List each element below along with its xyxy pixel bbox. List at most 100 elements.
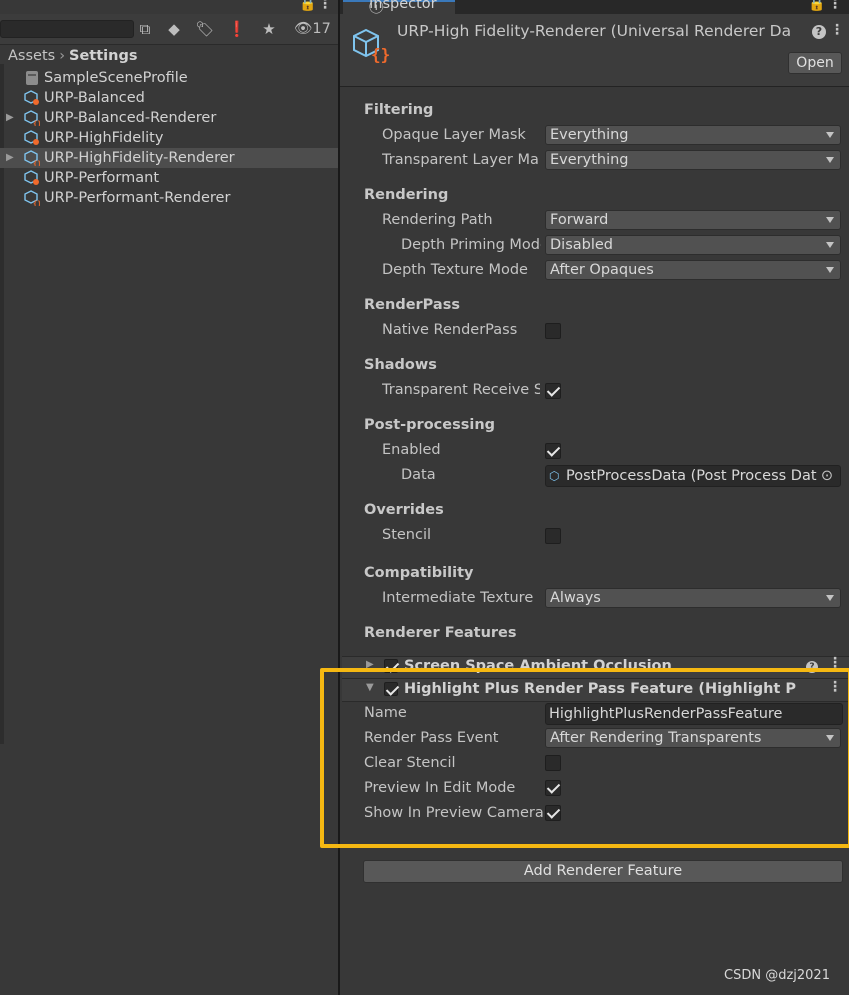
filter-by-label-icon[interactable]: 🏷 bbox=[194, 18, 216, 40]
list-item[interactable]: ▶ {} URP-HighFidelity-Renderer bbox=[0, 148, 338, 168]
section-renderer-features: Renderer Features bbox=[364, 625, 517, 641]
rendering-path-dropdown[interactable]: Forward bbox=[545, 210, 841, 230]
native-renderpass-label: Native RenderPass bbox=[382, 322, 518, 338]
stencil-checkbox[interactable] bbox=[545, 528, 561, 544]
project-file-list: SampleSceneProfile URP-Balanced ▶ {} URP-Bal… bbox=[0, 68, 338, 208]
renderer-data-icon: {} bbox=[24, 150, 40, 166]
search-by-type-icon[interactable]: ⧉ bbox=[134, 18, 156, 40]
expand-arrow-icon[interactable]: ▶ bbox=[6, 148, 14, 168]
list-item-label: SampleSceneProfile bbox=[44, 70, 188, 86]
depth-texture-mode-label: Depth Texture Mode bbox=[382, 262, 528, 278]
hidden-packages-toggle[interactable]: 👁17 bbox=[294, 20, 331, 37]
project-menu-icon[interactable]: ⋮ bbox=[318, 0, 332, 12]
svg-text:{}: {} bbox=[33, 160, 40, 166]
intermediate-texture-label: Intermediate Texture bbox=[382, 590, 534, 606]
rendering-path-label: Rendering Path bbox=[382, 212, 493, 228]
object-picker-icon[interactable]: ⊙ bbox=[818, 466, 836, 486]
section-compatibility: Compatibility bbox=[364, 565, 474, 581]
native-renderpass-checkbox[interactable] bbox=[545, 323, 561, 339]
list-item[interactable]: URP-Performant bbox=[0, 168, 338, 188]
volume-profile-icon bbox=[26, 71, 38, 85]
section-overrides: Overrides bbox=[364, 502, 444, 518]
opaque-layer-mask-value: Everything bbox=[550, 127, 629, 143]
warnings-icon[interactable]: ❗ bbox=[226, 18, 248, 40]
list-item-label: URP-Performant bbox=[44, 170, 160, 186]
rendering-path-value: Forward bbox=[550, 212, 609, 228]
transparent-layer-mask-value: Everything bbox=[550, 152, 629, 168]
hidden-count: 17 bbox=[312, 21, 331, 37]
svg-text:{}: {} bbox=[33, 200, 40, 206]
svg-text:{}: {} bbox=[33, 120, 40, 126]
project-search-input[interactable] bbox=[0, 20, 134, 38]
breadcrumb: Assets › Settings bbox=[8, 46, 137, 66]
depth-texture-mode-dropdown[interactable]: After Opaques bbox=[545, 260, 841, 280]
list-item-label: URP-Balanced-Renderer bbox=[44, 110, 217, 126]
list-item[interactable]: {} URP-Performant-Renderer bbox=[0, 188, 338, 208]
tab-inspector-label: Inspector bbox=[369, 0, 437, 12]
transparent-layer-mask-dropdown[interactable]: Everything bbox=[545, 150, 841, 170]
asset-icon: ⬡ bbox=[549, 469, 560, 483]
list-item-label: URP-Balanced bbox=[44, 90, 145, 106]
depth-priming-mode-label: Depth Priming Mode bbox=[401, 237, 541, 253]
chevron-right-icon: › bbox=[59, 48, 66, 64]
lock-icon[interactable]: 🔒 bbox=[299, 0, 316, 12]
section-shadows: Shadows bbox=[364, 357, 437, 373]
depth-texture-mode-value: After Opaques bbox=[550, 262, 654, 278]
open-button[interactable]: Open bbox=[788, 52, 842, 74]
post-process-data-value: PostProcessData (Post Process Dat bbox=[566, 468, 817, 484]
list-item-label: URP-Performant-Renderer bbox=[44, 190, 231, 206]
urp-asset-icon bbox=[24, 170, 39, 185]
breadcrumb-settings[interactable]: Settings bbox=[69, 48, 137, 64]
asset-title: URP-High Fidelity-Renderer (Universal Re… bbox=[397, 22, 792, 40]
transparent-receive-shadows-checkbox[interactable] bbox=[545, 383, 561, 399]
post-processing-enabled-checkbox[interactable] bbox=[545, 443, 561, 459]
dropdown-arrow-icon bbox=[826, 132, 834, 138]
list-item[interactable]: ▶ {} URP-Balanced-Renderer bbox=[0, 108, 338, 128]
divider bbox=[0, 44, 338, 45]
transparent-layer-mask-label: Transparent Layer Ma bbox=[382, 152, 539, 168]
list-item-label: URP-HighFidelity-Renderer bbox=[44, 150, 235, 166]
renderer-data-icon: {} bbox=[24, 190, 40, 206]
help-icon[interactable]: ? bbox=[812, 25, 826, 39]
dropdown-arrow-icon bbox=[826, 157, 834, 163]
filter-by-type-icon[interactable]: ◆ bbox=[163, 18, 185, 40]
opaque-layer-mask-label: Opaque Layer Mask bbox=[382, 127, 526, 143]
section-rendering: Rendering bbox=[364, 187, 449, 203]
urp-asset-icon bbox=[24, 90, 39, 105]
renderer-data-icon: {} bbox=[24, 110, 40, 126]
list-item[interactable]: URP-Balanced bbox=[0, 88, 338, 108]
renderer-data-asset-icon: {} bbox=[353, 28, 389, 64]
inspector-menu-icon[interactable]: ⋮ bbox=[828, 0, 842, 12]
intermediate-texture-dropdown[interactable]: Always bbox=[545, 588, 841, 608]
dropdown-arrow-icon bbox=[826, 595, 834, 601]
dropdown-arrow-icon bbox=[826, 242, 834, 248]
opaque-layer-mask-dropdown[interactable]: Everything bbox=[545, 125, 841, 145]
section-filtering: Filtering bbox=[364, 102, 434, 118]
depth-priming-mode-dropdown[interactable]: Disabled bbox=[545, 235, 841, 255]
inspector-lock-icon[interactable]: 🔒 bbox=[808, 0, 825, 12]
urp-asset-icon bbox=[24, 130, 39, 145]
favorite-star-icon[interactable]: ★ bbox=[258, 18, 280, 40]
depth-priming-mode-value: Disabled bbox=[550, 237, 613, 253]
list-item[interactable]: URP-HighFidelity bbox=[0, 128, 338, 148]
watermark: CSDN @dzj2021 bbox=[724, 968, 830, 983]
section-post-processing: Post-processing bbox=[364, 417, 496, 433]
dropdown-arrow-icon bbox=[826, 217, 834, 223]
dropdown-arrow-icon bbox=[826, 267, 834, 273]
post-process-data-field[interactable]: ⬡ PostProcessData (Post Process Dat ⊙ bbox=[545, 465, 841, 487]
section-renderpass: RenderPass bbox=[364, 297, 460, 313]
header-menu-icon[interactable]: ⋮ bbox=[830, 22, 844, 38]
expand-arrow-icon[interactable]: ▶ bbox=[6, 108, 14, 128]
list-item-label: URP-HighFidelity bbox=[44, 130, 164, 146]
eye-icon: 👁 bbox=[294, 21, 313, 37]
svg-text:{}: {} bbox=[371, 45, 389, 64]
post-processing-enabled-label: Enabled bbox=[382, 442, 441, 458]
post-processing-data-label: Data bbox=[401, 467, 436, 483]
list-item[interactable]: SampleSceneProfile bbox=[0, 68, 338, 88]
breadcrumb-assets[interactable]: Assets bbox=[8, 48, 55, 64]
transparent-receive-shadows-label: Transparent Receive S bbox=[382, 382, 540, 398]
add-renderer-feature-button[interactable]: Add Renderer Feature bbox=[363, 860, 843, 883]
intermediate-texture-value: Always bbox=[550, 590, 601, 606]
stencil-label: Stencil bbox=[382, 527, 432, 543]
highlight-annotation-box bbox=[320, 668, 849, 848]
